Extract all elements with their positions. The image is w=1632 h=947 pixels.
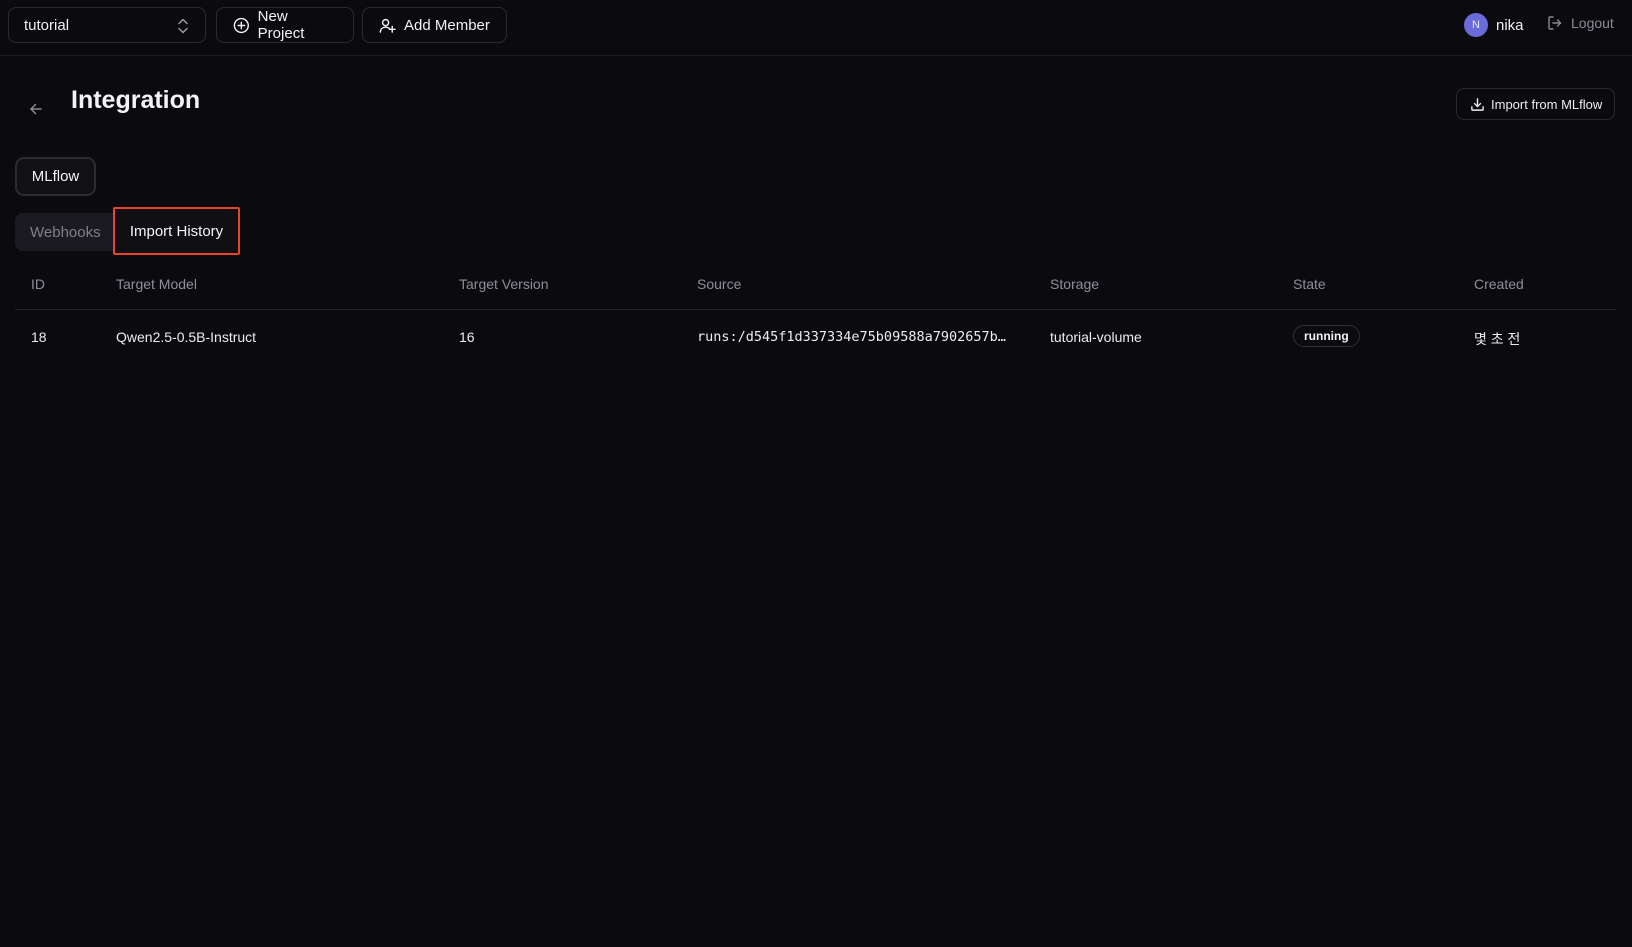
user-plus-icon	[379, 18, 396, 33]
table-header: ID Target Model Target Version Source St…	[15, 270, 1616, 310]
page-title: Integration	[71, 86, 201, 114]
tab-import-history[interactable]: Import History	[113, 207, 240, 255]
tab-import-history-label: Import History	[129, 222, 224, 240]
logout-icon	[1548, 16, 1562, 30]
cell-storage: tutorial-volume	[1050, 329, 1142, 345]
new-project-label: New Project	[257, 8, 305, 42]
project-select[interactable]: tutorial	[8, 7, 206, 43]
import-from-mlflow-button[interactable]: Import from MLflow	[1456, 88, 1616, 120]
top-bar: tutorial New Project Add Member N nika L…	[0, 0, 1632, 56]
avatar: N	[1464, 13, 1488, 37]
cell-id: 18	[31, 329, 47, 345]
column-header-state: State	[1293, 276, 1326, 292]
logout-button[interactable]: Logout	[1547, 15, 1614, 31]
column-header-created: Created	[1474, 276, 1524, 292]
column-header-target-model: Target Model	[116, 276, 197, 292]
plus-circle-icon	[233, 17, 249, 33]
column-header-target-version: Target Version	[459, 276, 549, 292]
new-project-button[interactable]: New Project	[216, 7, 354, 43]
tab-webhooks-label: Webhooks	[30, 223, 101, 241]
logout-label: Logout	[1571, 15, 1614, 31]
cell-target-model: Qwen2.5-0.5B-Instruct	[116, 329, 257, 345]
import-from-mlflow-label: Import from MLflow	[1491, 96, 1603, 112]
column-header-storage: Storage	[1050, 276, 1100, 292]
column-header-id: ID	[31, 276, 45, 292]
cell-created: 몇 초 전	[1474, 331, 1521, 347]
download-icon	[1471, 97, 1484, 111]
project-select-value: tutorial	[24, 16, 70, 34]
back-arrow-icon[interactable]	[28, 101, 44, 117]
add-member-button[interactable]: Add Member	[362, 7, 507, 43]
user-name: nika	[1496, 16, 1524, 34]
chevron-up-down-icon	[178, 18, 188, 34]
cell-target-version: 16	[459, 329, 475, 345]
column-header-source: Source	[697, 276, 742, 292]
table-row[interactable]: 18 Qwen2.5-0.5B-Instruct 16 runs:/d545f1…	[15, 311, 1616, 361]
tab-webhooks[interactable]: Webhooks	[30, 213, 101, 251]
tab-mlflow-label: MLflow	[31, 168, 80, 185]
cell-source: runs:/d545f1d337334e75b09588a7902657b…	[697, 329, 1006, 345]
subtab-list: Webhooks Import History	[15, 207, 240, 255]
add-member-label: Add Member	[404, 16, 490, 34]
user-menu[interactable]: N nika	[1464, 13, 1524, 37]
status-badge: running	[1293, 325, 1360, 347]
tab-mlflow[interactable]: MLflow	[15, 157, 96, 196]
